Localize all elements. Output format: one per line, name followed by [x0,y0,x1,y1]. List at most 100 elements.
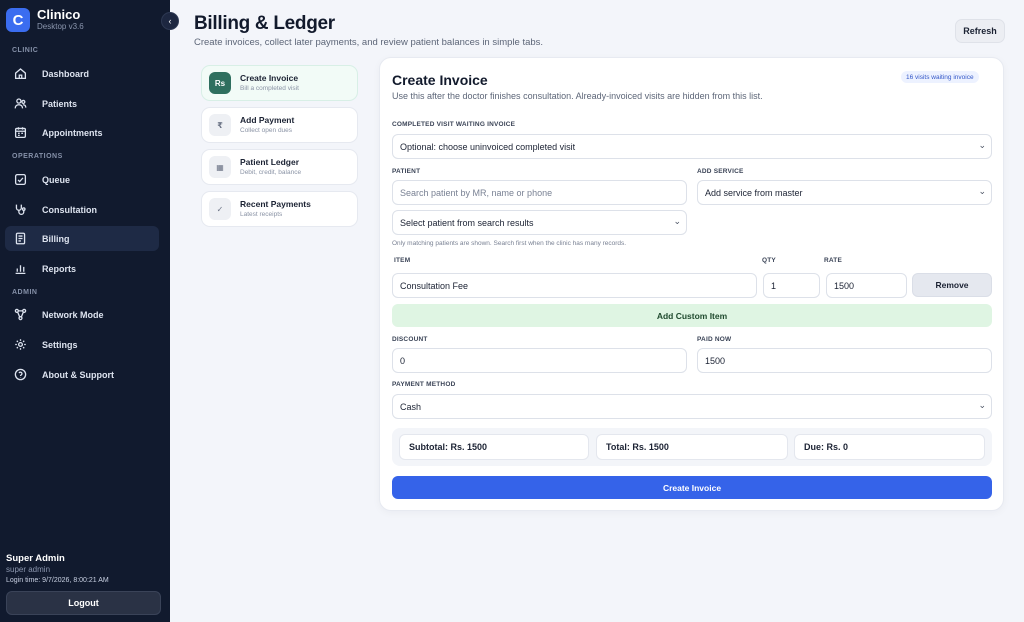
brand-version: Desktop v3.6 [37,22,84,31]
sidebar-item-label: Billing [42,233,70,244]
card-description: Use this after the doctor finishes consu… [392,91,763,101]
sidebar-item-label: Network Mode [42,309,104,320]
user-role: super admin [6,565,51,574]
discount-label: DISCOUNT [392,336,428,343]
create-invoice-card: Create Invoice Use this after the doctor… [379,57,1004,511]
gear-icon [13,338,27,352]
patient-select-value: Select patient from search results [400,217,534,228]
tab-subtitle: Latest receipts [240,211,283,218]
patient-label: PATIENT [392,168,421,175]
sidebar-item-consultation[interactable]: Consultation [5,197,159,222]
user-info: Super Admin super admin Login time: 9/7/… [6,553,109,584]
patient-search-input[interactable]: Search patient by MR, name or phone [392,180,687,205]
brand-name: Clinico [37,7,81,22]
item-name-value: Consultation Fee [400,280,469,291]
ledger-icon: ▦ [209,156,231,178]
sidebar-item-billing[interactable]: Billing [5,226,159,251]
paid-now-value: 1500 [705,355,726,366]
sidebar-item-label: Queue [42,174,71,185]
tab-recent-payments[interactable]: ✓ Recent Payments Latest receipts [201,191,358,227]
sidebar-item-queue[interactable]: Queue [5,167,159,192]
sidebar-item-label: About & Support [42,369,114,380]
service-select-value: Add service from master [705,187,803,198]
tab-title: Create Invoice [240,73,299,83]
brand: C Clinico Desktop v3.6 [6,8,84,32]
item-qty-value: 1 [771,280,777,291]
sidebar-item-about-support[interactable]: About & Support [5,362,159,387]
logout-button[interactable]: Logout [6,591,161,615]
item-qty-input[interactable]: 1 [763,273,820,298]
sidebar-item-label: Consultation [42,204,97,215]
payment-method-label: PAYMENT METHOD [392,381,456,388]
tab-patient-ledger[interactable]: ▦ Patient Ledger Debit, credit, balance [201,149,358,185]
discount-input[interactable]: 0 [392,348,687,373]
total-text: Total: Rs. 1500 [606,442,669,452]
sidebar-item-label: Reports [42,263,77,274]
check-icon: ✓ [209,198,231,220]
patient-select[interactable]: Select patient from search results [392,210,687,235]
payment-method-select[interactable]: Cash [392,394,992,419]
tab-subtitle: Bill a completed visit [240,85,299,92]
sidebar-item-label: Dashboard [42,68,90,79]
stethoscope-icon [13,203,27,217]
help-circle-icon [13,368,27,382]
waiting-visits-badge: 16 visits waiting invoice [901,71,979,83]
sidebar-item-appointments[interactable]: Appointments [5,120,159,145]
page-subtitle: Create invoices, collect later payments,… [194,37,544,48]
sidebar-item-dashboard[interactable]: Dashboard [5,61,159,86]
tab-create-invoice[interactable]: Rs Create Invoice Bill a completed visit [201,65,358,101]
section-label-admin: ADMIN [12,289,38,296]
page-title: Billing & Ledger [194,13,335,34]
patient-hint: Only matching patients are shown. Search… [392,240,627,247]
tab-subtitle: Debit, credit, balance [240,169,302,176]
visit-label: COMPLETED VISIT WAITING INVOICE [392,121,516,128]
tab-add-payment[interactable]: ₹ Add Payment Collect open dues [201,107,358,143]
paid-now-input[interactable]: 1500 [697,348,992,373]
subtotal-box: Subtotal: Rs. 1500 [399,434,589,460]
item-column-header: ITEM [394,257,411,264]
tab-title: Patient Ledger [240,157,300,167]
card-title: Create Invoice [392,72,488,88]
tab-title: Add Payment [240,115,295,125]
remove-item-button[interactable]: Remove [912,273,992,297]
due-box: Due: Rs. 0 [794,434,985,460]
sidebar-item-label: Appointments [42,127,103,138]
service-label: ADD SERVICE [697,168,744,175]
receipt-icon [13,232,27,246]
tab-subtitle: Collect open dues [240,127,293,134]
calendar-icon [13,126,27,140]
visit-select[interactable]: Optional: choose uninvoiced completed vi… [392,134,992,159]
home-icon [13,67,27,81]
collapse-sidebar-button[interactable]: ‹ [161,12,179,30]
due-text: Due: Rs. 0 [804,442,849,452]
patient-search-placeholder: Search patient by MR, name or phone [400,187,553,198]
refresh-button[interactable]: Refresh [955,19,1005,43]
sidebar: C Clinico Desktop v3.6 CLINIC Dashboard … [0,0,170,622]
item-name-input[interactable]: Consultation Fee [392,273,757,298]
user-name: Super Admin [6,553,65,564]
sidebar-item-reports[interactable]: Reports [5,256,159,281]
users-icon [13,97,27,111]
item-rate-input[interactable]: 1500 [826,273,907,298]
payment-icon: ₹ [209,114,231,136]
sidebar-item-label: Settings [42,339,78,350]
sidebar-item-label: Patients [42,98,78,109]
totals-panel: Subtotal: Rs. 1500 Total: Rs. 1500 Due: … [392,428,992,466]
bar-chart-icon [13,262,27,276]
item-rate-value: 1500 [834,280,855,291]
qty-column-header: QTY [762,257,776,264]
chevron-left-icon: ‹ [168,16,172,26]
discount-value: 0 [400,355,406,366]
tab-title: Recent Payments [240,199,311,209]
brand-logo: C [6,8,30,32]
rupee-icon: Rs [209,72,231,94]
sidebar-item-patients[interactable]: Patients [5,91,159,116]
section-label-operations: OPERATIONS [12,153,63,160]
service-select[interactable]: Add service from master [697,180,992,205]
sidebar-item-network-mode[interactable]: Network Mode [5,302,159,327]
check-square-icon [13,173,27,187]
add-custom-item-button[interactable]: Add Custom Item [392,304,992,327]
visit-select-value: Optional: choose uninvoiced completed vi… [400,141,576,152]
create-invoice-button[interactable]: Create Invoice [392,476,992,499]
sidebar-item-settings[interactable]: Settings [5,332,159,357]
